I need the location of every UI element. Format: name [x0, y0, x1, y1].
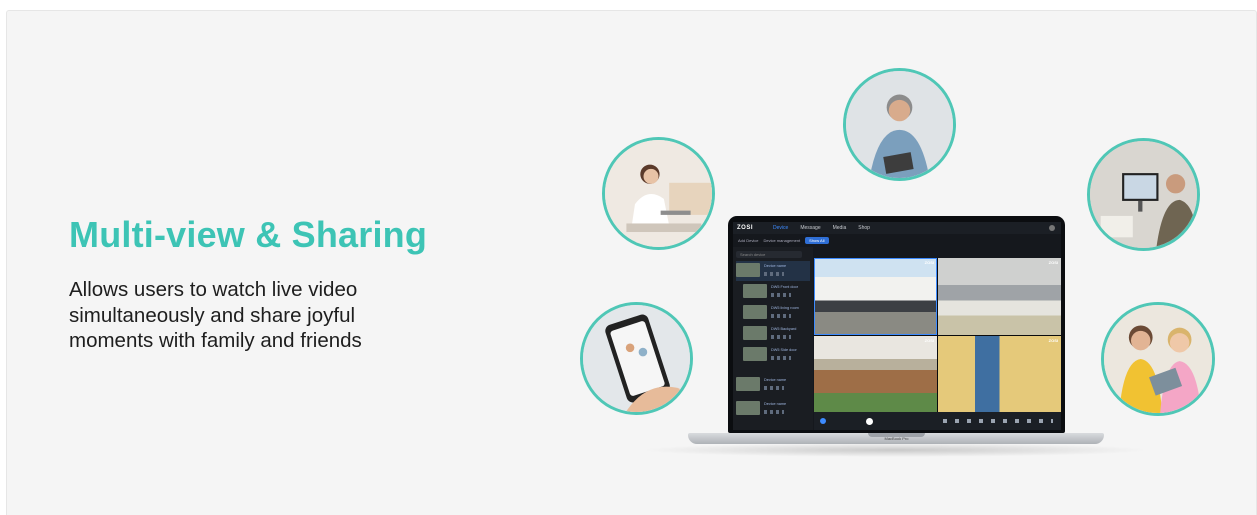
- device-name: Device name: [764, 402, 787, 406]
- man-monitor-photo: [1087, 138, 1200, 251]
- device-name: DW5 Front door: [771, 285, 799, 289]
- device-thumbnail: [743, 305, 767, 319]
- device-name: DW5 Side door: [771, 348, 797, 352]
- device-item[interactable]: Device name: [736, 375, 810, 395]
- device-thumbnail: [736, 401, 760, 415]
- device-item[interactable]: Device name: [736, 261, 810, 281]
- device-action-icons: [764, 272, 784, 276]
- device-item[interactable]: DW5 living room: [743, 303, 817, 323]
- device-search-input[interactable]: Search device: [736, 251, 802, 258]
- camera-brand: ZOSI: [1048, 260, 1058, 265]
- device-thumbnail: [743, 347, 767, 361]
- nav-message[interactable]: Message: [800, 225, 820, 231]
- app-logo: ZOSI: [737, 225, 754, 231]
- device-item[interactable]: Device name: [736, 399, 810, 419]
- feature-headline: Multi-view & Sharing: [69, 214, 428, 255]
- device-thumbnail: [743, 326, 767, 340]
- device-name: Device name: [764, 378, 787, 382]
- camera-feed[interactable]: ZOSI: [938, 335, 1061, 412]
- device-sidebar: Search device Device name DW5 Front door…: [733, 247, 813, 430]
- camera-grid: ZOSI ZOSI ZOSI ZOSI: [814, 258, 1061, 412]
- device-item[interactable]: DW5 Side door: [743, 345, 817, 365]
- show-all-chip[interactable]: Show All: [805, 237, 829, 244]
- app-subbar: Add Device Device management Show All: [733, 234, 1061, 247]
- app-topbar: ZOSI Device Message Media Shop: [733, 222, 1061, 234]
- avatar[interactable]: [1049, 225, 1055, 231]
- device-thumbnail: [743, 284, 767, 298]
- laptop-label: MacBook Pro: [884, 436, 909, 441]
- nav-device[interactable]: Device: [773, 225, 788, 231]
- man-tablet-photo: [843, 68, 956, 181]
- laptop-shadow: [640, 443, 1150, 457]
- toolbar-icons[interactable]: [943, 419, 1053, 423]
- device-item[interactable]: DW5 Front door: [743, 282, 817, 302]
- device-action-icons: [771, 356, 791, 360]
- device-thumbnail: [736, 263, 760, 277]
- app-nav: Device Message Media Shop: [773, 225, 870, 231]
- device-name: Device name: [764, 264, 787, 268]
- play-icon[interactable]: [866, 417, 873, 425]
- feature-description: Allows users to watch live video simulta…: [69, 278, 362, 352]
- device-thumbnail: [736, 377, 760, 391]
- camera-brand: ZOSI: [924, 337, 934, 343]
- laptop-screen: ZOSI Device Message Media Shop Add Devic…: [733, 222, 1061, 430]
- window-controls: [1049, 225, 1055, 231]
- playback-controls: [814, 412, 1061, 430]
- device-item[interactable]: DW5 Backyard: [743, 324, 817, 344]
- device-management-button[interactable]: Device management: [763, 238, 800, 243]
- nav-media[interactable]: Media: [833, 225, 847, 231]
- camera-feed[interactable]: ZOSI: [938, 258, 1061, 335]
- camera-brand: ZOSI: [924, 260, 934, 265]
- kids-tablet-photo: [1101, 302, 1215, 416]
- device-action-icons: [764, 410, 784, 414]
- device-name: DW5 Backyard: [771, 327, 797, 331]
- add-device-button[interactable]: Add Device: [738, 238, 758, 243]
- device-action-icons: [771, 335, 791, 339]
- camera-brand: ZOSI: [1048, 337, 1058, 343]
- camera-feed[interactable]: ZOSI: [814, 258, 937, 335]
- woman-laptop-photo: [602, 137, 715, 250]
- camera-feed[interactable]: ZOSI: [814, 335, 937, 412]
- device-action-icons: [771, 293, 791, 297]
- device-action-icons: [771, 314, 791, 318]
- phone-app-photo: [580, 302, 693, 415]
- device-action-icons: [764, 386, 784, 390]
- record-icon[interactable]: [820, 418, 826, 424]
- device-name: DW5 living room: [771, 306, 799, 310]
- nav-shop[interactable]: Shop: [858, 225, 870, 231]
